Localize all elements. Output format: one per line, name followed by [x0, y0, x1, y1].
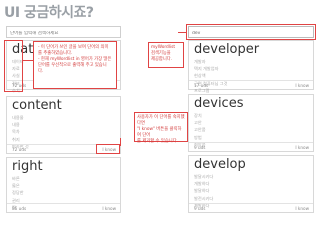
card-word: content — [12, 98, 62, 113]
usage-count: 72 uds — [12, 147, 27, 152]
search-connector — [178, 32, 186, 33]
meaning-item: 장치 — [194, 113, 202, 118]
word-card-devices[interactable]: devices 장치 고안 고안품 방법 희망품 9 uds I know — [188, 94, 314, 152]
callout-line: "I know" 버튼을 클릭하여 단어 — [137, 127, 182, 138]
callout-line: 를 제거할 수 있습니다. — [137, 139, 179, 144]
search-highlight — [186, 24, 316, 40]
callout-line: 사용자가 이 단어를 숙지했다면 — [137, 115, 185, 126]
meaning-item: 고안품 — [194, 127, 206, 133]
i-know-button[interactable]: I know — [102, 206, 116, 211]
usage-count: 86 uds — [12, 206, 27, 211]
usage-count: 9 uds — [194, 206, 206, 211]
meaning-item: 목차 — [12, 129, 20, 135]
meaning-item: 개발하다 — [194, 181, 210, 187]
meaning-item: 현상액 — [194, 73, 206, 79]
card-word: developer — [194, 42, 260, 57]
meaning-item: 방법 — [194, 134, 202, 140]
i-know-button[interactable]: I know — [295, 206, 309, 211]
meaning-item: 택지 개발업자 — [194, 66, 219, 72]
wordlist-highlight — [4, 40, 23, 92]
meaning-item: 내용물 — [12, 115, 24, 120]
know-button-highlight — [96, 144, 120, 154]
meaning-item: 발전시키다 — [194, 195, 214, 201]
meaning-item: 옳은 — [12, 183, 20, 189]
i-know-button[interactable]: I know — [295, 145, 309, 150]
callout-line: - 현재 myWordlist in 영어가 가장 많은 단어를 우선적으로 출… — [38, 57, 112, 74]
search-callout: myWordlist 검색기능을 제공합니다. — [148, 42, 184, 68]
word-card-develop[interactable]: develop 발달시키다 개발하다 발달하다 발전시키다 계발하다 9 uds… — [188, 155, 314, 213]
word-card-developer[interactable]: developer 개발자 택지 개발업자 현상액 근면 컴퓨터님 그것 프로그… — [188, 40, 314, 93]
know-connector — [120, 138, 121, 146]
meaning-item: 고안 — [194, 120, 202, 126]
i-know-button[interactable]: I know — [295, 83, 309, 88]
meaning-item: 바른 — [12, 176, 20, 181]
meaning-item: 발달하다 — [194, 188, 210, 194]
callout-line: 제공합니다. — [151, 57, 173, 62]
meaning-item: 개발자 — [194, 59, 206, 64]
search-input-left[interactable] — [6, 26, 121, 38]
card-word: right — [12, 159, 43, 174]
meaning-item: 취지 — [12, 136, 20, 142]
meaning-item: 내용 — [12, 122, 20, 128]
meaning-item: 정당한 — [12, 190, 24, 196]
callout-line: - 이 단어가 쓰인 글을 보며 단어의 의미를 추출하였습니다. — [38, 45, 109, 56]
word-card-right[interactable]: right 바른 옳은 정당한 권리 딱 86 uds I know — [6, 157, 121, 213]
usage-count: 17 uds — [194, 83, 209, 88]
page-title: UI 궁금하시죠? — [4, 5, 94, 21]
card-word: devices — [194, 96, 244, 111]
wordlist-callout: - 이 단어가 쓰인 글을 보며 단어의 의미를 추출하였습니다. - 현재 m… — [33, 41, 117, 89]
usage-count: 9 uds — [194, 145, 206, 150]
meaning-item: 발달시키다 — [194, 174, 214, 179]
know-callout: 사용자가 이 단어를 숙지했다면 "I know" 버튼을 클릭하여 단어 를 … — [134, 112, 188, 144]
search-field-left[interactable] — [10, 31, 120, 36]
card-word: develop — [194, 157, 246, 172]
